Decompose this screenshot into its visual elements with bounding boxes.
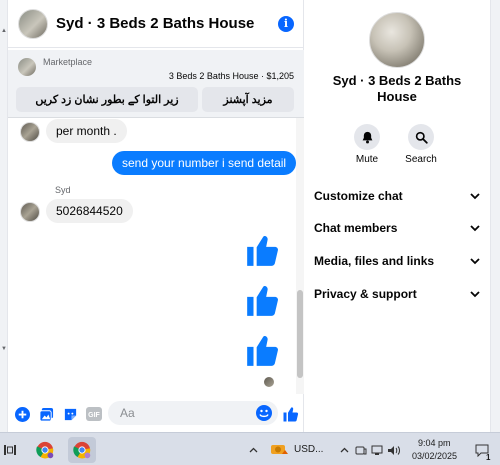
emoji-icon[interactable] [256,405,272,421]
chat-scrollbar[interactable] [296,118,304,394]
messenger-window: ▲ ▼ Syd · 3 Beds 2 Baths House i Marketp… [0,0,500,465]
chat-scrollbar-thumb[interactable] [297,290,303,378]
scroll-down-arrow-icon[interactable]: ▼ [0,346,8,352]
privacy-support-label: Privacy & support [314,287,417,301]
send-like-icon[interactable] [282,405,300,423]
more-options-button[interactable]: مزید آپشنز [202,87,294,112]
chevron-down-icon [470,290,480,297]
volume-icon[interactable] [386,437,400,463]
marketplace-label: Marketplace [43,57,93,67]
network-icon[interactable] [370,437,384,463]
privacy-support-row[interactable]: Privacy & support [314,283,480,305]
thumbs-up-icon [247,285,278,316]
marketplace-banner: Marketplace 3 Beds 2 Baths House · $1,20… [8,50,304,118]
onedrive-icon[interactable] [354,437,368,463]
incoming-message: per month . [46,119,127,143]
sender-avatar[interactable] [20,202,40,222]
tray-overflow-icon[interactable] [338,437,350,463]
chat-members-label: Chat members [314,221,398,235]
sticker-icon[interactable] [62,406,78,422]
media-files-links-label: Media, files and links [314,254,435,268]
chevron-up-icon[interactable] [246,437,260,463]
listing-photo[interactable] [369,12,425,68]
details-scrollbar[interactable] [490,0,500,432]
currency-widget-icon[interactable] [268,437,290,463]
bell-icon[interactable] [354,124,380,150]
search-label: Search [405,154,437,165]
chrome-active-icon[interactable] [68,437,96,463]
info-icon[interactable]: i [278,15,294,32]
message-list: per month . send your number i send deta… [8,118,298,394]
customize-chat-row[interactable]: Customize chat [314,185,480,207]
gif-icon[interactable]: GIF [86,406,102,422]
outgoing-message: send your number i send detail [112,151,297,175]
plus-icon[interactable] [14,406,30,422]
taskbar: USD... 9:04 pm 03/02/2025 1 [0,432,500,465]
mark-as-pending-button[interactable]: زیر التوا کے بطور نشان زد کریں [16,87,198,112]
thumbs-up-icon [247,235,278,266]
photo-icon[interactable] [38,406,54,422]
currency-ticker[interactable]: USD... [294,444,323,455]
chevron-down-icon [470,224,480,231]
notification-count-badge: 1 [486,453,491,462]
conversation-list-scrollbar[interactable]: ▲ ▼ [0,0,8,432]
chevron-down-icon [470,192,480,199]
clock-time[interactable]: 9:04 pm [418,438,451,448]
chevron-down-icon [470,257,480,264]
chat-header: Syd · 3 Beds 2 Baths House i [8,0,304,48]
chrome-icon[interactable] [32,437,58,463]
svg-text:GIF: GIF [88,412,100,419]
clock-date[interactable]: 03/02/2025 [412,451,457,461]
message-composer: GIF [8,396,304,432]
task-view-icon[interactable] [2,437,18,463]
sender-avatar[interactable] [20,122,40,142]
sender-name: Syd [55,185,71,195]
mute-label: Mute [355,154,379,165]
chat-title[interactable]: Syd · 3 Beds 2 Baths House [56,15,278,32]
customize-chat-label: Customize chat [314,189,403,203]
search-icon[interactable] [408,124,434,150]
scroll-up-arrow-icon[interactable]: ▲ [0,28,8,34]
mute-button[interactable]: Mute [347,124,387,165]
media-files-links-row[interactable]: Media, files and links [314,250,480,272]
chat-panel: Syd · 3 Beds 2 Baths House i Marketplace… [8,0,304,432]
thumbs-up-icon [247,335,278,366]
message-input[interactable] [108,401,238,425]
marketplace-listing-thumbnail[interactable] [18,58,36,76]
search-button[interactable]: Search [401,124,441,165]
chat-members-row[interactable]: Chat members [314,217,480,239]
listing-title-price[interactable]: 3 Beds 2 Baths House · $1,205 [169,71,294,81]
listing-avatar[interactable] [18,8,48,39]
incoming-message: 5026844520 [46,199,133,223]
seen-receipt-avatar [264,377,274,387]
message-input-box[interactable] [108,401,278,425]
chat-details-panel: Syd · 3 Beds 2 Baths House Mute Search C… [304,0,490,432]
details-title: Syd · 3 Beds 2 Baths House [332,73,462,104]
